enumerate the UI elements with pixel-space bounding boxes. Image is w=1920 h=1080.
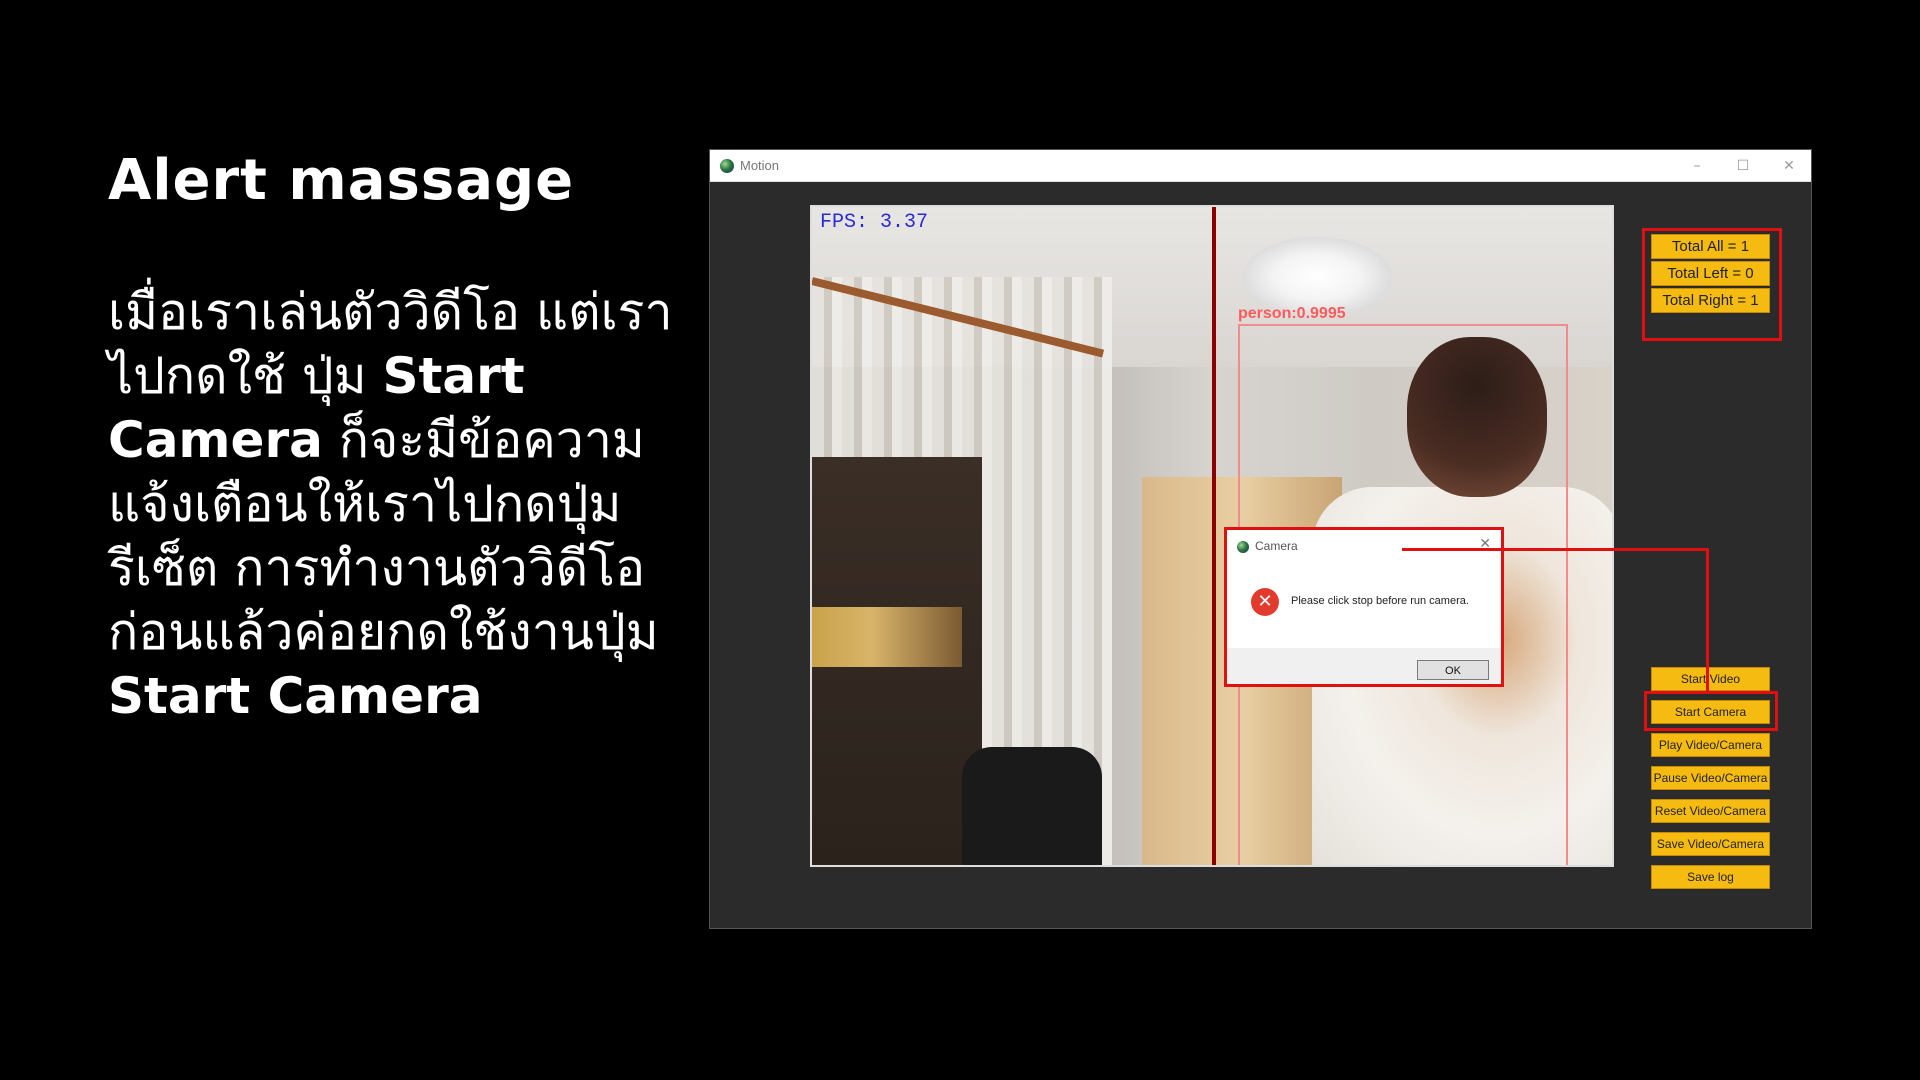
counter-highlight (1642, 228, 1782, 341)
ok-button[interactable]: OK (1417, 660, 1489, 680)
app-globe-icon (720, 159, 734, 173)
start-camera-highlight (1644, 691, 1778, 731)
reset-video-camera-button[interactable]: Reset Video/Camera (1651, 799, 1770, 823)
scene-chair (962, 747, 1102, 865)
fps-readout: FPS: 3.37 (820, 211, 929, 234)
close-button[interactable]: ✕ (1771, 154, 1807, 178)
highlight-connector-horizontal (1402, 548, 1709, 551)
app-window: Motion – ☐ ✕ person:0.9995 0 0 FPS: 3.37… (709, 149, 1812, 929)
minimize-button[interactable]: – (1679, 154, 1715, 178)
highlight-connector-vertical (1706, 548, 1709, 693)
video-frame: person:0.9995 0 0 FPS: 3.37 Camera ✕ ✕ P… (810, 205, 1614, 867)
dialog-title: Camera (1255, 539, 1298, 553)
dialog-message: Please click stop before run camera. (1291, 595, 1469, 607)
save-log-button[interactable]: Save log (1651, 865, 1770, 889)
scene-shelf-items (812, 607, 962, 667)
dialog-globe-icon (1237, 541, 1249, 553)
detection-label: person:0.9995 (1238, 305, 1346, 322)
slide-title: Alert massage (108, 148, 575, 213)
maximize-button[interactable]: ☐ (1725, 154, 1761, 178)
description-bold-2: Start Camera (108, 667, 483, 725)
play-video-camera-button[interactable]: Play Video/Camera (1651, 733, 1770, 757)
counting-line (1212, 207, 1216, 865)
alert-dialog: Camera ✕ ✕ Please click stop before run … (1224, 527, 1504, 687)
error-icon: ✕ (1251, 588, 1279, 616)
pause-video-camera-button[interactable]: Pause Video/Camera (1651, 766, 1770, 790)
start-video-button[interactable]: Start Video (1651, 667, 1770, 691)
window-title: Motion (740, 158, 780, 173)
slide-description: เมื่อเราเล่นตัววิดีโอ แต่เราไปกดใช้ ปุ่ม… (108, 280, 708, 728)
window-titlebar: Motion – ☐ ✕ (710, 150, 1811, 182)
save-video-camera-button[interactable]: Save Video/Camera (1651, 832, 1770, 856)
